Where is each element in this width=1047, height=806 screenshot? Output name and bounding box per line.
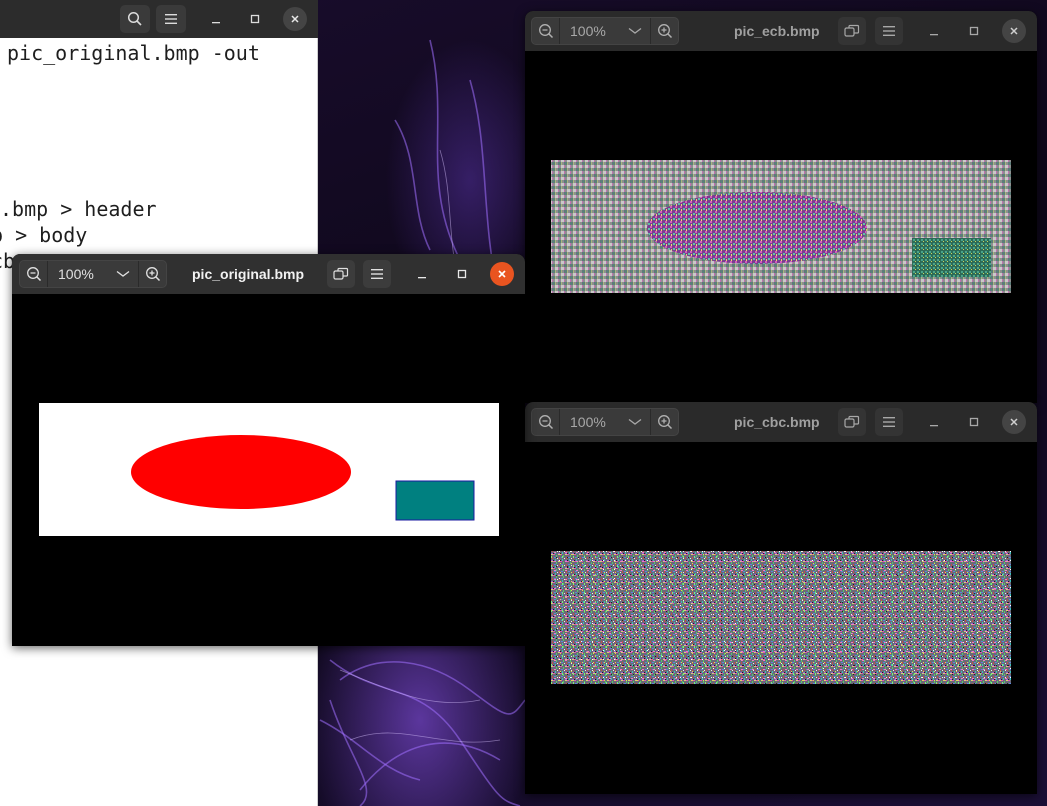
minimize-button[interactable] (410, 262, 434, 286)
maximize-button[interactable] (962, 19, 986, 43)
close-icon (498, 270, 506, 278)
maximize-button[interactable] (962, 410, 986, 434)
terminal-menu-button[interactable] (156, 5, 186, 33)
teal-rectangle (395, 480, 475, 521)
red-ellipse (131, 435, 351, 509)
zoom-out-icon (26, 267, 41, 282)
restore-button[interactable] (838, 408, 866, 436)
image-canvas[interactable] (525, 51, 1037, 403)
zoom-in-button[interactable] (650, 409, 678, 435)
minimize-icon (418, 277, 426, 279)
zoom-control[interactable]: 100% (531, 17, 679, 45)
image-canvas[interactable] (12, 294, 525, 646)
maximize-icon (969, 26, 979, 36)
hamburger-icon (165, 14, 177, 24)
terminal-line: p > body (0, 223, 88, 247)
terminal-line: .bmp > header (0, 197, 157, 221)
zoom-out-button[interactable] (532, 409, 560, 435)
close-button[interactable] (1002, 410, 1026, 434)
terminal-close-button[interactable] (283, 7, 307, 31)
menu-button[interactable] (875, 17, 903, 45)
zoom-out-icon (538, 415, 553, 430)
search-icon (127, 11, 142, 26)
original-titlebar: 100% pic_original.bmp (12, 254, 525, 294)
maximize-icon (250, 14, 260, 24)
original-image-window[interactable]: 100% pic_original.bmp (12, 254, 525, 646)
zoom-in-icon (145, 267, 160, 282)
cbc-titlebar: 100% pic_cbc.bmp (525, 402, 1037, 442)
menu-button[interactable] (875, 408, 903, 436)
zoom-control[interactable]: 100% (19, 260, 167, 288)
menu-button[interactable] (363, 260, 391, 288)
chevron-down-icon (116, 270, 130, 277)
restore-button[interactable] (838, 17, 866, 45)
hamburger-icon (883, 26, 895, 36)
zoom-out-icon (538, 24, 553, 39)
zoom-in-button[interactable] (138, 261, 166, 287)
terminal-minimize-button[interactable] (204, 7, 228, 31)
zoom-level: 100% (570, 23, 606, 39)
zoom-level-dropdown[interactable]: 100% (560, 409, 650, 435)
ecb-image-window[interactable]: 100% pic_ecb.bmp (525, 11, 1037, 403)
restore-button[interactable] (327, 260, 355, 288)
cbc-encrypted-image (551, 551, 1011, 684)
minimize-icon (930, 425, 938, 427)
original-image (39, 403, 499, 536)
window-title: pic_ecb.bmp (734, 23, 820, 39)
window-title: pic_cbc.bmp (734, 414, 820, 430)
cbc-image-window[interactable]: 100% pic_cbc.bmp (525, 402, 1037, 794)
chevron-down-icon (628, 27, 642, 34)
maximize-icon (457, 269, 467, 279)
restore-icon (333, 267, 349, 280)
hamburger-icon (371, 269, 383, 279)
maximize-icon (969, 417, 979, 427)
image-canvas[interactable] (525, 442, 1037, 794)
minimize-icon (930, 34, 938, 36)
minimize-button[interactable] (922, 410, 946, 434)
minimize-icon (212, 22, 220, 24)
close-icon (291, 15, 299, 23)
maximize-button[interactable] (450, 262, 474, 286)
terminal-line: pic_original.bmp -out (7, 41, 260, 65)
zoom-in-button[interactable] (650, 18, 678, 44)
close-button[interactable] (1002, 19, 1026, 43)
zoom-level: 100% (570, 414, 606, 430)
restore-icon (844, 415, 860, 428)
close-icon (1010, 418, 1018, 426)
zoom-level-dropdown[interactable]: 100% (48, 261, 138, 287)
close-icon (1010, 27, 1018, 35)
zoom-in-icon (657, 415, 672, 430)
ecb-titlebar: 100% pic_ecb.bmp (525, 11, 1037, 51)
zoom-out-button[interactable] (20, 261, 48, 287)
zoom-control[interactable]: 100% (531, 408, 679, 436)
close-button[interactable] (490, 262, 514, 286)
terminal-maximize-button[interactable] (243, 7, 267, 31)
terminal-titlebar (0, 0, 318, 38)
minimize-button[interactable] (922, 19, 946, 43)
window-title: pic_original.bmp (192, 266, 305, 282)
zoom-level: 100% (58, 266, 94, 282)
zoom-level-dropdown[interactable]: 100% (560, 18, 650, 44)
restore-icon (844, 24, 860, 37)
hamburger-icon (883, 417, 895, 427)
zoom-out-button[interactable] (532, 18, 560, 44)
search-button[interactable] (120, 5, 150, 33)
zoom-in-icon (657, 24, 672, 39)
ecb-encrypted-image (551, 160, 1011, 293)
chevron-down-icon (628, 418, 642, 425)
